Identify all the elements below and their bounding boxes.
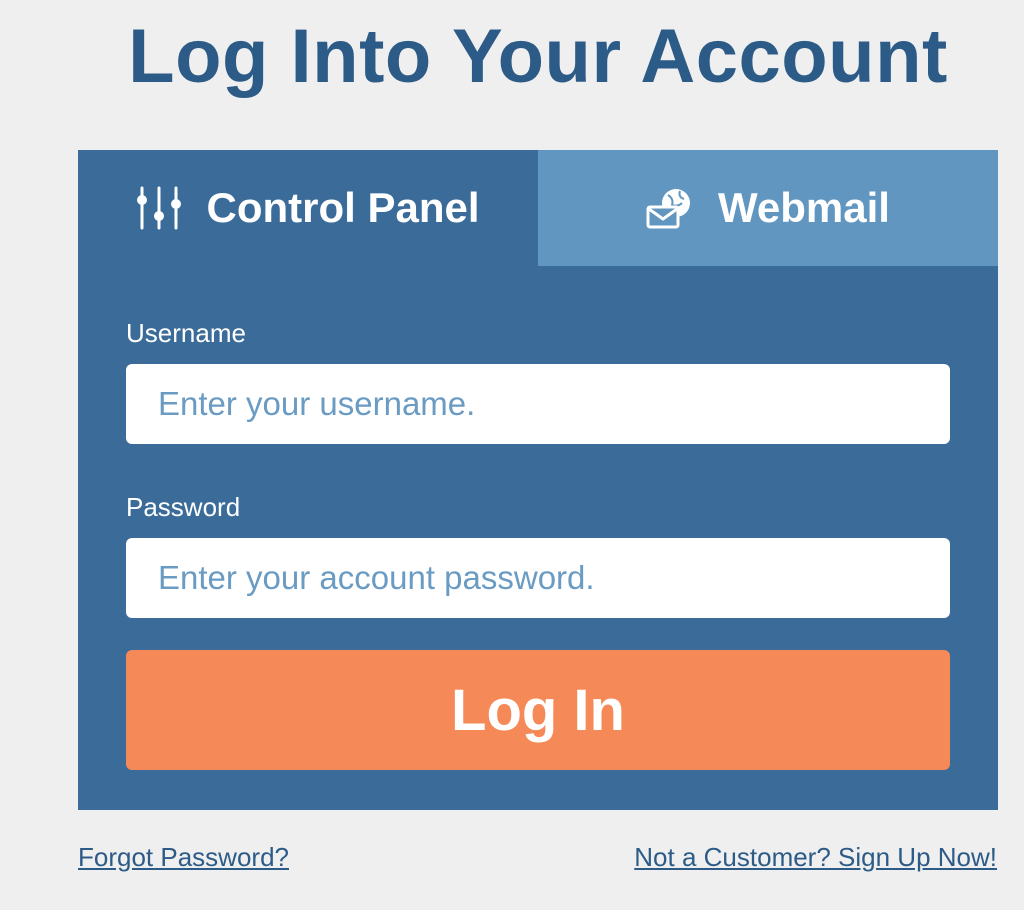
- tab-webmail[interactable]: Webmail: [538, 150, 998, 266]
- username-input[interactable]: [126, 364, 950, 444]
- envelope-globe-icon: [646, 187, 694, 229]
- login-panel: Control Panel Webmail Username Password: [78, 150, 998, 810]
- tab-control-panel[interactable]: Control Panel: [78, 150, 538, 266]
- username-label: Username: [126, 318, 246, 348]
- page-title: Log Into Your Account: [128, 14, 948, 99]
- forgot-password-link[interactable]: Forgot Password?: [78, 840, 289, 874]
- tab-control-panel-label: Control Panel: [206, 184, 480, 231]
- password-label: Password: [126, 492, 241, 522]
- tab-webmail-label: Webmail: [718, 184, 890, 231]
- login-button[interactable]: Log In: [126, 650, 950, 770]
- sliders-icon: [136, 186, 182, 230]
- password-input[interactable]: [126, 538, 950, 618]
- login-form: Username Password Log In: [126, 316, 950, 770]
- login-tabs: Control Panel Webmail: [78, 150, 998, 266]
- login-page: Log Into Your Account Control Panel Webm…: [0, 0, 1024, 910]
- sign-up-link[interactable]: Not a Customer? Sign Up Now!: [634, 840, 997, 874]
